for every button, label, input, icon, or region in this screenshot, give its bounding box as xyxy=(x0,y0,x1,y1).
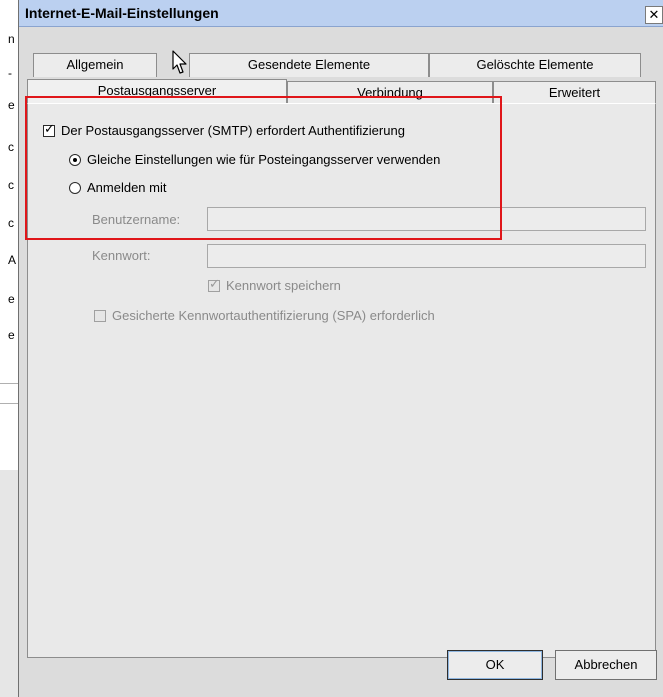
login-with-radio-row[interactable]: Anmelden mit xyxy=(69,180,166,195)
dialog-titlebar[interactable]: Internet-E-Mail-Einstellungen ✕ xyxy=(19,0,663,27)
cancel-button[interactable]: Abbrechen xyxy=(555,650,657,680)
mouse-cursor-icon xyxy=(172,50,187,74)
tab-allgemein[interactable]: Allgemein xyxy=(33,53,157,77)
background-panel xyxy=(0,470,18,697)
background-text-fragment: A xyxy=(8,253,17,267)
checkbox-checked-disabled-icon[interactable] xyxy=(208,277,220,292)
background-divider xyxy=(0,383,18,384)
background-text-fragment: c xyxy=(8,178,14,192)
username-label: Benutzername: xyxy=(92,212,181,227)
spa-checkbox-row[interactable]: Gesicherte Kennwortauthentifizierung (SP… xyxy=(94,308,435,323)
checkbox-unchecked-disabled-icon[interactable] xyxy=(94,309,106,322)
background-text-fragment: e xyxy=(8,328,15,342)
background-text-fragment: c xyxy=(8,140,14,154)
same-settings-label: Gleiche Einstellungen wie für Posteingan… xyxy=(87,152,441,167)
tab-verbindung[interactable]: Verbindung xyxy=(287,81,493,104)
smtp-auth-checkbox-row[interactable]: Der Postausgangsserver (SMTP) erfordert … xyxy=(43,122,405,138)
background-window: n - e c c c A e e xyxy=(0,0,19,697)
background-text-fragment: n xyxy=(8,32,15,46)
password-field[interactable] xyxy=(207,244,646,268)
save-password-label: Kennwort speichern xyxy=(226,278,341,293)
close-icon[interactable]: ✕ xyxy=(645,6,663,24)
radio-selected-icon[interactable] xyxy=(69,153,81,166)
background-divider xyxy=(0,403,18,404)
tab-postausgangsserver[interactable]: Postausgangsserver xyxy=(27,79,287,104)
same-settings-radio-row[interactable]: Gleiche Einstellungen wie für Posteingan… xyxy=(69,152,440,167)
background-text-fragment: - xyxy=(8,66,12,80)
tab-erweitert[interactable]: Erweitert xyxy=(493,81,656,104)
email-settings-dialog: Internet-E-Mail-Einstellungen ✕ Allgemei… xyxy=(18,0,663,697)
tab-geloeschte-elemente[interactable]: Gelöschte Elemente xyxy=(429,53,641,77)
background-text-fragment: e xyxy=(8,98,15,112)
ok-button[interactable]: OK xyxy=(447,650,543,680)
background-text-fragment: e xyxy=(8,292,15,306)
login-with-label: Anmelden mit xyxy=(87,180,167,195)
dialog-title: Internet-E-Mail-Einstellungen xyxy=(25,5,219,21)
username-field[interactable] xyxy=(207,207,646,231)
background-text-fragment: c xyxy=(8,216,14,230)
tab-gesendete-elemente[interactable]: Gesendete Elemente xyxy=(189,53,429,77)
save-password-checkbox-row[interactable]: Kennwort speichern xyxy=(208,277,341,293)
smtp-auth-label: Der Postausgangsserver (SMTP) erfordert … xyxy=(61,123,405,138)
checkbox-checked-icon[interactable] xyxy=(43,122,55,137)
tab-panel-postausgangsserver: Der Postausgangsserver (SMTP) erfordert … xyxy=(27,103,656,658)
spa-label: Gesicherte Kennwortauthentifizierung (SP… xyxy=(112,308,435,323)
password-label: Kennwort: xyxy=(92,248,151,263)
radio-unselected-icon[interactable] xyxy=(69,181,81,194)
